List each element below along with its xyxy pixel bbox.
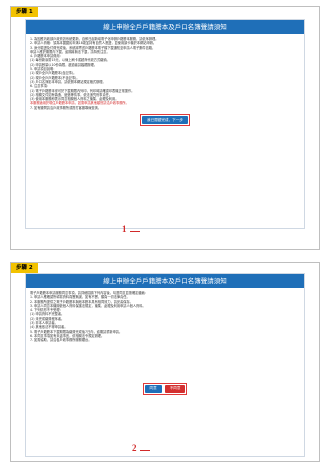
notice-body-1: 1. 為因應內政部戶政資訊系統更新，自即日起新增電子化申辦戶籍謄本服務，請依序辦… xyxy=(26,34,304,129)
disagree-button[interactable]: 不同意 xyxy=(164,384,186,393)
step1-tag: 步驟 1 xyxy=(11,7,38,17)
notice-card-2: 線上申辦全戶戶籍謄本及戶口名簿聲請須知 電子戶籍謄本申請服務同意事項，請詳細閱讀… xyxy=(25,273,305,457)
notice-title-1: 線上申辦全戶戶籍謄本及戶口名簿聲請須知 xyxy=(26,20,304,34)
marker-1-line xyxy=(130,231,140,232)
marker-2: 2 xyxy=(132,443,137,453)
notice-para: 7. 如有疑問請洽戶政事務所或撥打客服專線查詢。 xyxy=(30,105,101,110)
next-step-button[interactable]: 我已閱讀完成，下一步 xyxy=(142,116,188,125)
marker-2-line xyxy=(140,450,150,451)
marker-1: 1 xyxy=(122,224,127,234)
step1-button-row: 我已閱讀完成，下一步 xyxy=(30,114,300,127)
step1-section: 步驟 1 線上申辦全戶戶籍謄本及戶口名簿聲請須知 1. 為因應內政部戶政資訊系統… xyxy=(10,6,320,250)
step2-button-row: 同意 不同意 xyxy=(30,382,300,395)
notice-title-2: 線上申辦全戶戶籍謄本及戶口名簿聲請須知 xyxy=(26,274,304,288)
agree-button[interactable]: 同意 xyxy=(144,384,162,393)
notice-card-1: 線上申辦全戶戶籍謄本及戶口名簿聲請須知 1. 為因應內政部戶政資訊系統更新，自即… xyxy=(25,19,305,229)
step2-section: 步驟 2 線上申辦全戶戶籍謄本及戶口名簿聲請須知 電子戶籍謄本申請服務同意事項，… xyxy=(10,262,320,462)
consent-para: 7. 如需協助，請洽各戶政事務所服務櫃台。 xyxy=(30,338,92,343)
notice-body-2: 電子戶籍謄本申請服務同意事項，請詳細閱讀下列內容後，勾選同意並按確定繼續： 1.… xyxy=(26,288,304,398)
next-button-highlight: 我已閱讀完成，下一步 xyxy=(140,114,190,127)
consent-buttons-highlight: 同意 不同意 xyxy=(142,382,188,395)
step2-tag: 步驟 2 xyxy=(11,263,38,273)
